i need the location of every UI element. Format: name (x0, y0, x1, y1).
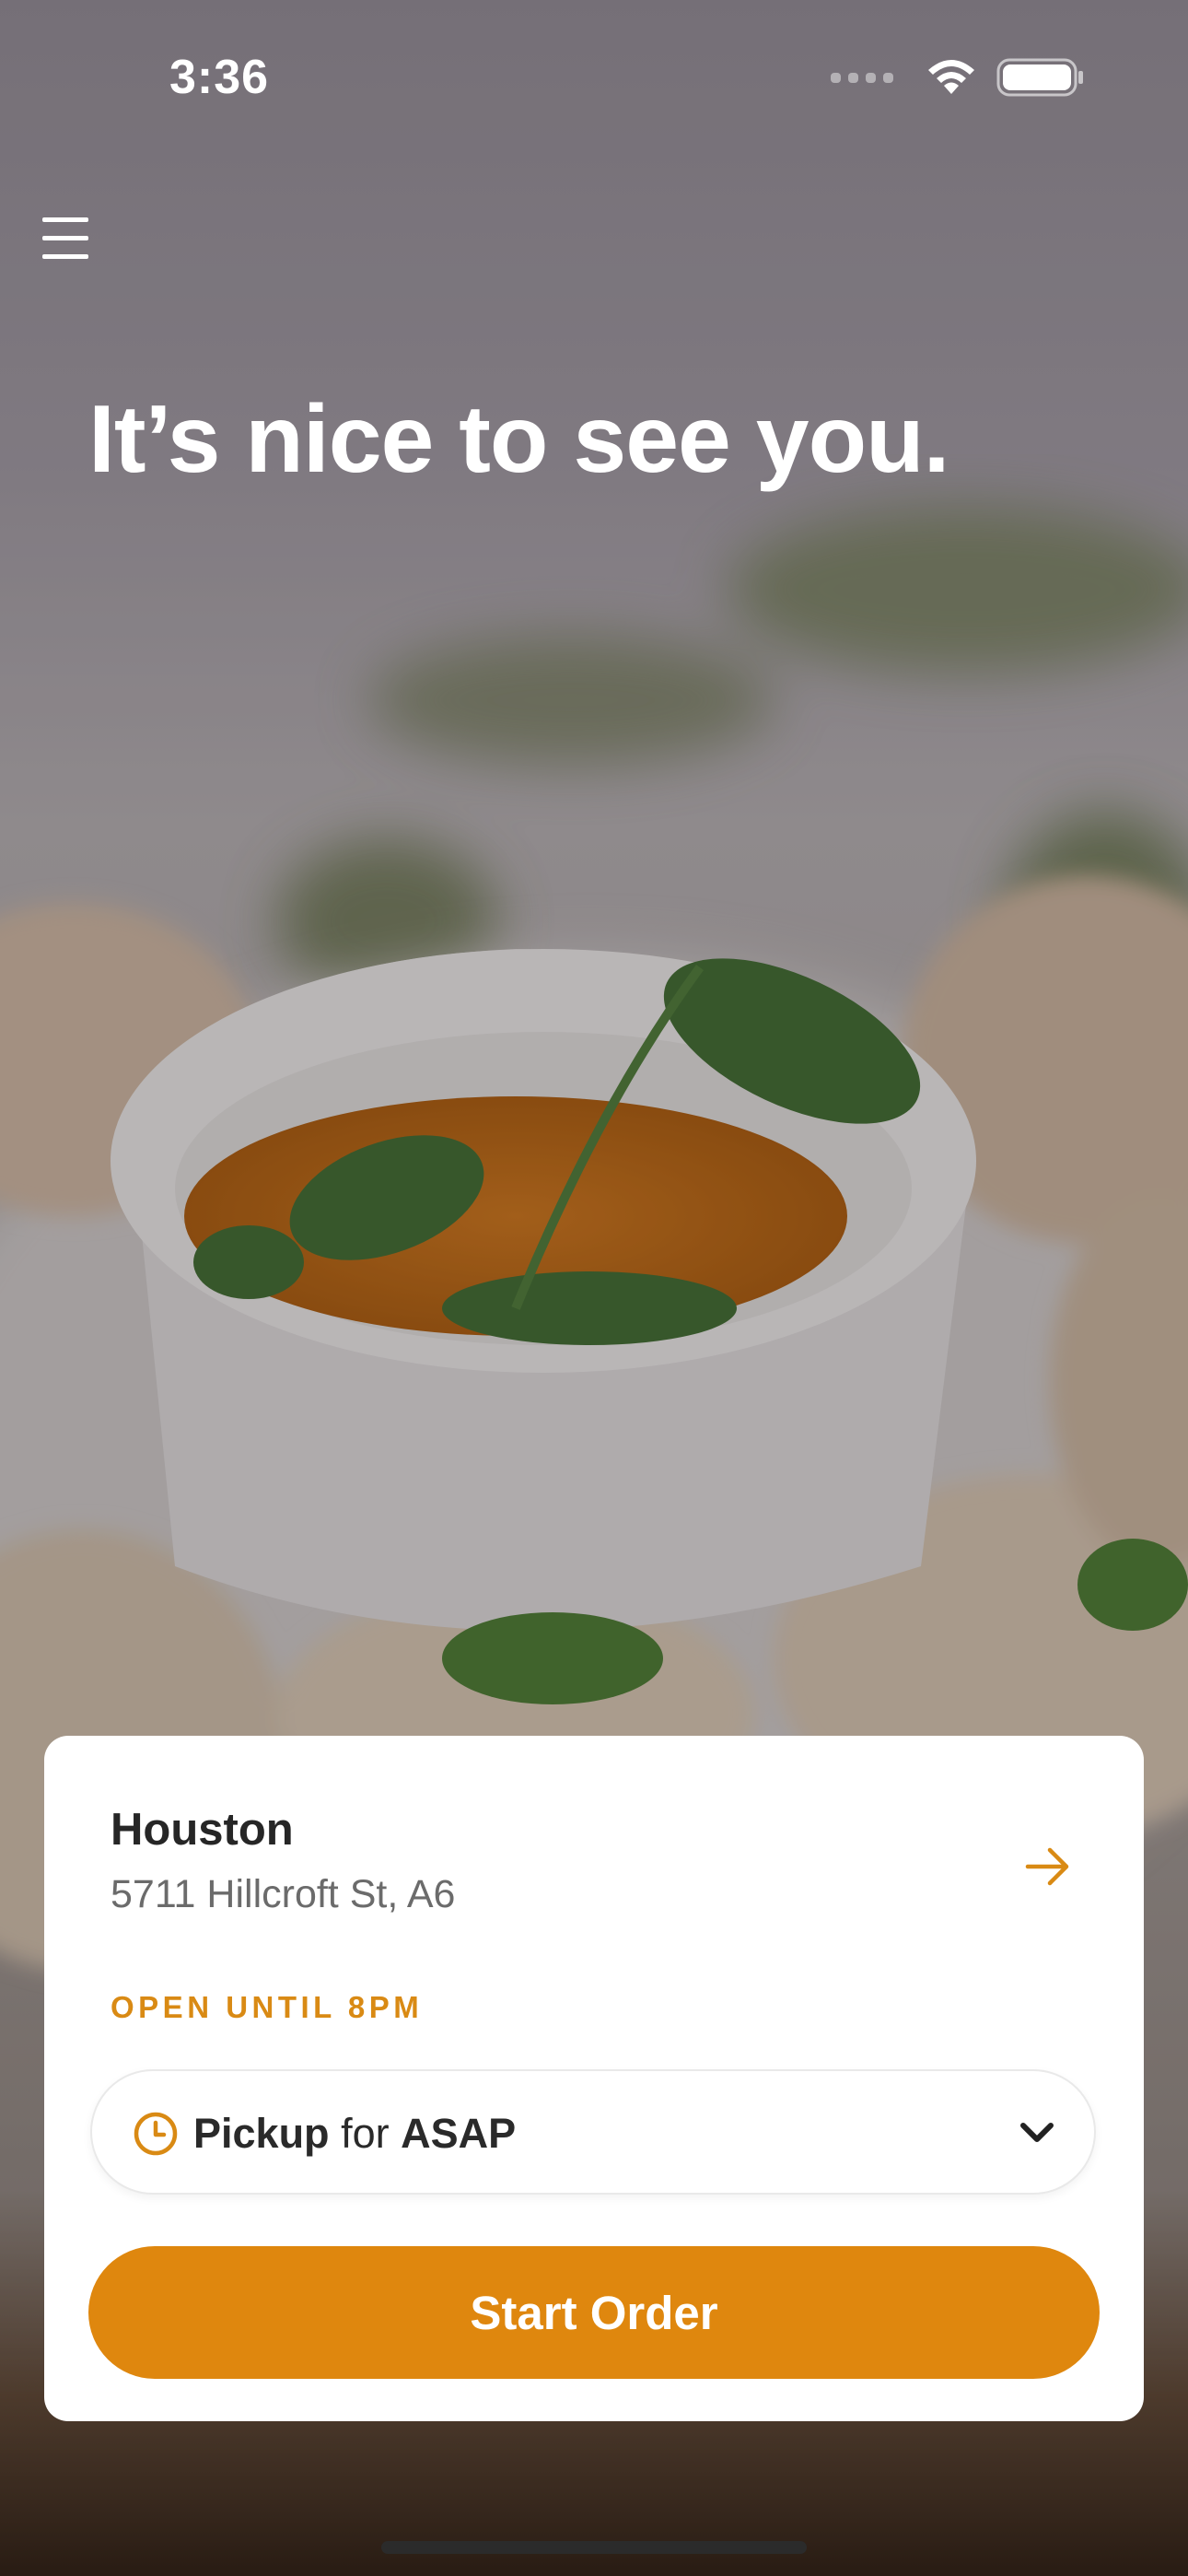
order-connector: for (341, 2110, 390, 2157)
hamburger-menu-icon[interactable] (42, 216, 90, 260)
chevron-down-icon (1020, 2123, 1054, 2142)
greeting-heading: It’s nice to see you. (88, 386, 950, 493)
location-card: Houston 5711 Hillcroft St, A6 OPEN UNTIL… (44, 1736, 1144, 2421)
cellular-signal-icon (831, 72, 893, 83)
home-indicator[interactable] (381, 2541, 807, 2554)
location-address: 5711 Hillcroft St, A6 (111, 1872, 456, 1916)
pickup-summary: Pickup for ASAP (193, 2110, 516, 2158)
open-status: OPEN UNTIL 8PM (111, 1990, 424, 2024)
wifi-icon (928, 60, 974, 94)
pickup-time-selector[interactable]: Pickup for ASAP (90, 2069, 1096, 2195)
order-time: ASAP (401, 2110, 517, 2157)
status-time: 3:36 (169, 51, 270, 104)
location-city: Houston (111, 1805, 294, 1855)
app-screen: 3:36 It’s nice to see you. Houston 5711 … (0, 0, 1188, 2576)
battery-icon (996, 58, 1083, 97)
arrow-right-icon[interactable] (1020, 1839, 1076, 1894)
start-order-button[interactable]: Start Order (88, 2246, 1100, 2379)
order-mode: Pickup (193, 2110, 330, 2157)
clock-icon (134, 2112, 178, 2156)
status-icons (831, 57, 1085, 98)
